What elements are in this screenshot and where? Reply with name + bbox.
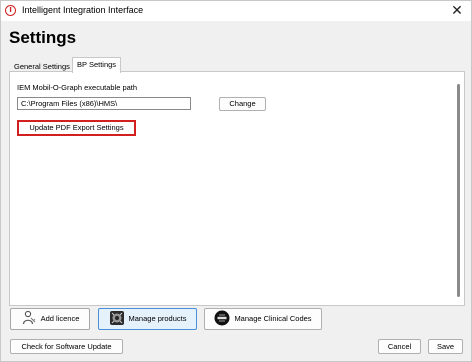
tab-bp-settings[interactable]: BP Settings bbox=[72, 57, 122, 73]
manage-clinical-codes-button[interactable]: Manage Clinical Codes bbox=[204, 308, 322, 330]
check-software-update-button[interactable]: Check for Software Update bbox=[10, 339, 123, 354]
panel-scrollbar[interactable] bbox=[457, 84, 460, 297]
page-title: Settings bbox=[9, 28, 77, 47]
close-window-button[interactable]: ✕ bbox=[449, 3, 465, 19]
update-pdf-export-settings-button[interactable]: Update PDF Export Settings bbox=[17, 120, 136, 136]
save-button[interactable]: Save bbox=[428, 339, 463, 354]
products-icon bbox=[109, 310, 125, 326]
bp-settings-panel: IEM Mobil-O-Graph executable path Change… bbox=[9, 71, 465, 306]
executable-path-input[interactable] bbox=[17, 97, 191, 110]
cancel-button[interactable]: Cancel bbox=[378, 339, 421, 354]
app-window: I Intelligent Integration Interface ✕ Se… bbox=[0, 0, 472, 362]
manage-clinical-codes-label: Manage Clinical Codes bbox=[234, 314, 312, 323]
manage-products-label: Manage products bbox=[128, 314, 187, 323]
clinical-codes-icon bbox=[214, 310, 230, 326]
manage-products-button[interactable]: Manage products bbox=[98, 308, 197, 330]
add-licence-button[interactable]: Add licence bbox=[10, 308, 90, 330]
change-path-button[interactable]: Change bbox=[219, 97, 266, 111]
title-bar: I Intelligent Integration Interface ✕ bbox=[1, 1, 471, 21]
add-licence-label: Add licence bbox=[40, 314, 80, 323]
window-title: Intelligent Integration Interface bbox=[22, 5, 144, 15]
app-logo-icon: I bbox=[5, 5, 16, 16]
executable-path-label: IEM Mobil-O-Graph executable path bbox=[17, 83, 138, 92]
person-key-icon bbox=[21, 310, 37, 326]
